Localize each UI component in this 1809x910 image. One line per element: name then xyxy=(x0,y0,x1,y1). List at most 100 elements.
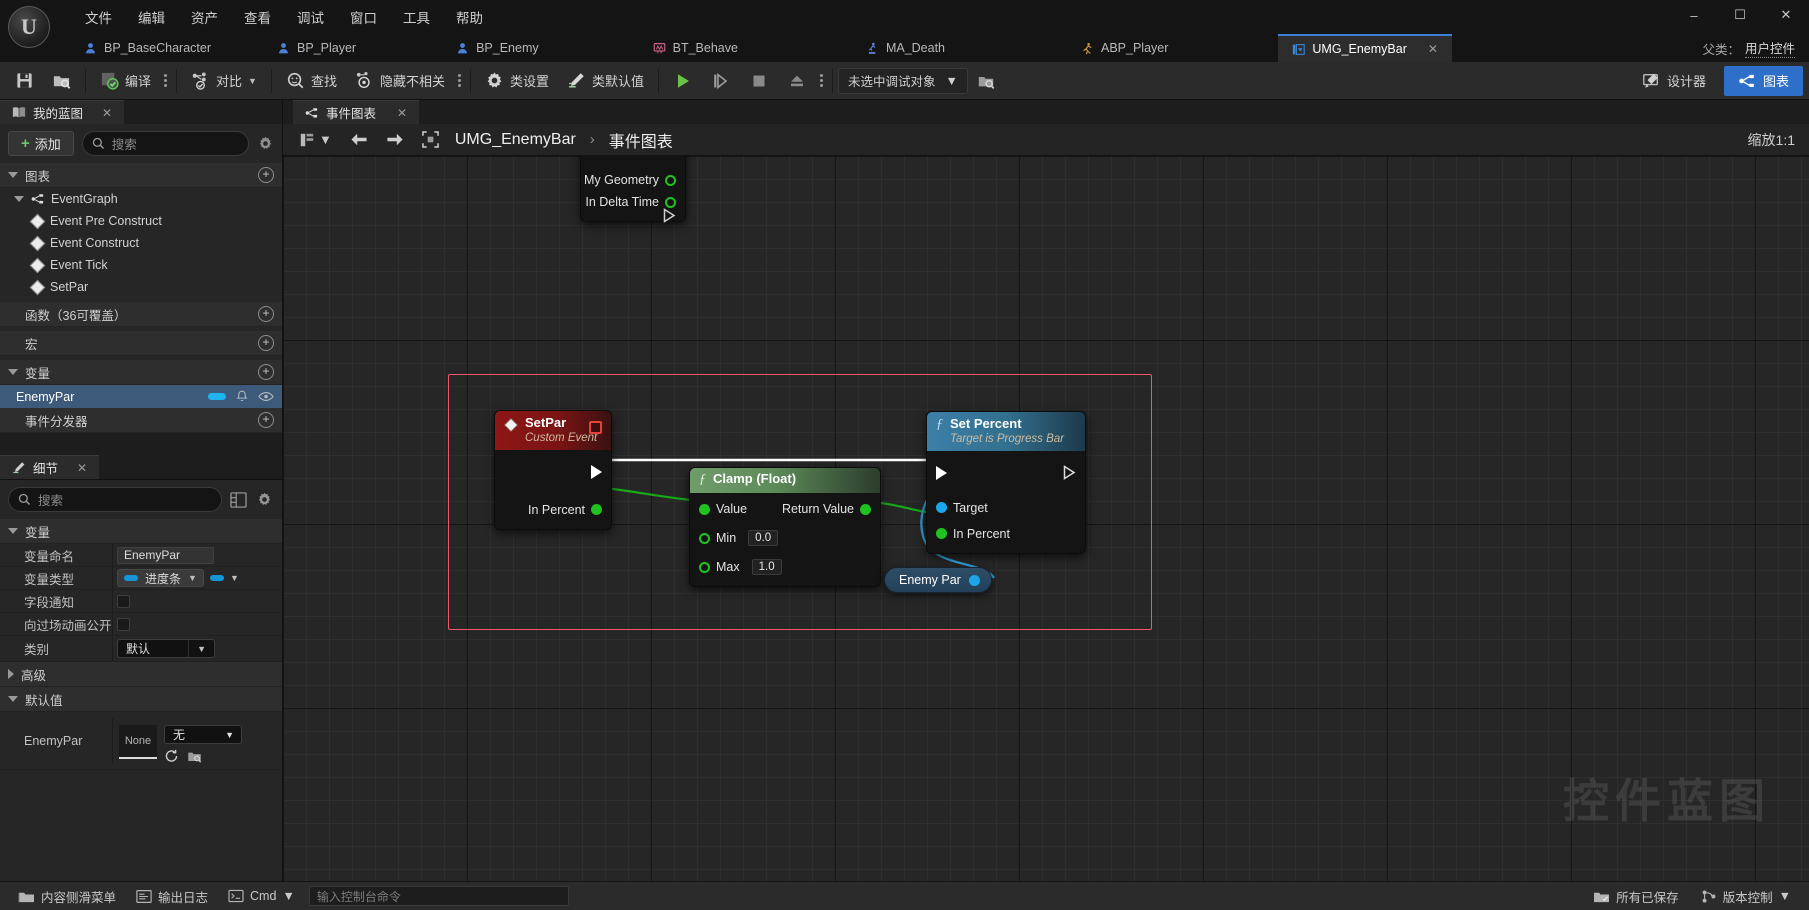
tree-item-variable-enemypar[interactable]: EnemyPar xyxy=(0,385,282,408)
close-icon[interactable]: ✕ xyxy=(397,106,407,120)
details-search-input[interactable]: 搜索 xyxy=(8,487,222,512)
output-log-button[interactable]: 输出日志 xyxy=(126,885,218,908)
graph-node-set-percent[interactable]: ƒ Set Percent Target is Progress Bar Tar… xyxy=(926,411,1086,554)
variable-name-field[interactable]: EnemyPar xyxy=(117,546,214,564)
tree-item-event-pre-construct[interactable]: Event Pre Construct xyxy=(0,210,282,232)
pin-dot-float[interactable] xyxy=(699,561,710,573)
minimize-button[interactable]: – xyxy=(1671,0,1717,30)
reset-icon[interactable] xyxy=(164,749,179,763)
section-functions[interactable]: 函数（36可覆盖） + xyxy=(0,302,282,327)
node-pin-output[interactable]: In Delta Time xyxy=(585,195,685,209)
clamp-max-field[interactable]: 1.0 xyxy=(751,559,782,575)
chevron-down-icon[interactable]: ▼ xyxy=(248,76,257,86)
exec-pin-icon[interactable] xyxy=(936,465,947,480)
play-button[interactable] xyxy=(664,66,702,96)
zoom-to-fit-button[interactable] xyxy=(416,128,445,151)
pin-dot-float[interactable] xyxy=(860,503,871,515)
pin-dot-float[interactable] xyxy=(699,503,710,515)
section-event-dispatchers[interactable]: 事件分发器 + xyxy=(0,408,282,433)
grid-view-icon[interactable] xyxy=(229,490,248,509)
default-asset-combo[interactable]: 无 ▼ xyxy=(164,725,242,744)
asset-tab-bp-player[interactable]: BP_Player xyxy=(263,34,378,62)
add-dispatcher-button[interactable]: + xyxy=(258,412,274,428)
node-pin-input[interactable]: Value xyxy=(690,502,747,516)
node-pin-row[interactable]: Min 0.0 xyxy=(690,527,880,549)
diff-button[interactable]: 对比 ▼ xyxy=(182,66,266,96)
tab-details[interactable]: 细节 ✕ xyxy=(0,455,100,479)
tab-my-blueprint[interactable]: 我的蓝图 ✕ xyxy=(0,100,125,124)
designer-mode-button[interactable]: 设计器 xyxy=(1628,66,1720,96)
exec-pin-icon[interactable] xyxy=(591,464,602,479)
node-pin-exec-in[interactable] xyxy=(927,465,947,480)
asset-thumbnail[interactable]: None xyxy=(119,725,157,759)
menu-item-window[interactable]: 窗口 xyxy=(337,4,390,30)
details-section-variable[interactable]: 变量 xyxy=(0,519,282,544)
graph-node-clamp-float[interactable]: ƒ Clamp (Float) Value Return Value Min 0… xyxy=(689,467,881,587)
asset-tab-abp-player[interactable]: ABP_Player xyxy=(1067,34,1190,62)
menu-item-view[interactable]: 查看 xyxy=(231,4,284,30)
add-variable-button[interactable]: + xyxy=(258,364,274,380)
tab-event-graph[interactable]: 事件图表 ✕ xyxy=(293,100,420,124)
details-section-advanced[interactable]: 高级 xyxy=(0,662,282,687)
source-control-button[interactable]: 版本控制 ▼ xyxy=(1691,885,1801,908)
node-pin-exec-out[interactable] xyxy=(1063,465,1085,481)
tree-item-setpar[interactable]: SetPar xyxy=(0,276,282,298)
node-pin-output[interactable]: Return Value xyxy=(782,502,880,516)
play-options-button[interactable] xyxy=(816,74,827,87)
container-type-pill[interactable] xyxy=(209,575,224,581)
debug-browse-button[interactable] xyxy=(968,66,1004,96)
asset-tab-bt-behave[interactable]: BT_Behave xyxy=(639,34,760,62)
cmd-selector[interactable]: Cmd ▼ xyxy=(218,885,305,908)
asset-tab-bp-enemy[interactable]: BP_Enemy xyxy=(442,34,561,62)
console-command-input[interactable]: 输入控制台命令 xyxy=(308,886,569,906)
hide-unrelated-button[interactable]: 隐藏不相关 xyxy=(346,66,454,96)
myblueprint-search-input[interactable]: 搜索 xyxy=(81,131,249,156)
all-saved-indicator[interactable]: 所有已保存 xyxy=(1583,885,1689,908)
pin-dot-float[interactable] xyxy=(936,528,947,540)
compile-options-button[interactable] xyxy=(160,74,171,87)
graph-node-get-enemy-par[interactable]: Enemy Par xyxy=(884,567,992,593)
node-pin-row[interactable]: My Geometry xyxy=(581,169,685,191)
hide-unrelated-options-button[interactable] xyxy=(454,74,465,87)
node-pin-row[interactable] xyxy=(495,461,611,483)
expose-cinematics-checkbox[interactable] xyxy=(117,617,130,631)
pin-dot-float[interactable] xyxy=(699,532,710,544)
add-button[interactable]: + 添加 xyxy=(8,131,74,156)
close-window-button[interactable]: ✕ xyxy=(1763,0,1809,30)
tree-item-eventgraph[interactable]: EventGraph xyxy=(0,188,282,210)
graph-mode-button[interactable]: 图表 xyxy=(1723,65,1803,96)
asset-tab-ma-death[interactable]: MA_Death xyxy=(852,34,967,62)
maximize-button[interactable]: ☐ xyxy=(1717,0,1763,30)
add-function-button[interactable]: + xyxy=(258,306,274,322)
node-pin-exec-out[interactable] xyxy=(591,464,611,479)
tree-item-event-construct[interactable]: Event Construct xyxy=(0,232,282,254)
pin-dot-float[interactable] xyxy=(591,504,602,516)
bell-icon[interactable] xyxy=(236,390,248,403)
breadcrumb-root[interactable]: UMG_EnemyBar xyxy=(451,131,580,149)
node-pin-output[interactable]: In Percent xyxy=(528,503,611,517)
debug-object-selector[interactable]: 未选中调试对象 ▼ xyxy=(838,67,968,94)
browse-button[interactable] xyxy=(43,66,80,96)
section-macros[interactable]: 宏 + xyxy=(0,331,282,356)
asset-tab-bp-basecharacter[interactable]: BP_BaseCharacter xyxy=(70,34,233,62)
node-pin-input[interactable]: Max 1.0 xyxy=(690,559,782,575)
node-pin-row[interactable]: Max 1.0 xyxy=(690,556,880,578)
pin-dot-object[interactable] xyxy=(936,502,947,514)
node-pin-row[interactable]: In Percent xyxy=(495,499,611,521)
node-pin-row[interactable] xyxy=(927,462,1085,484)
pin-dot-float[interactable] xyxy=(665,174,676,186)
node-pin-row[interactable]: Value Return Value xyxy=(690,498,880,520)
tree-item-event-tick[interactable]: Event Tick xyxy=(0,254,282,276)
compile-button[interactable]: 编译 xyxy=(91,66,160,96)
parent-class-link[interactable]: 用户控件 xyxy=(1744,38,1795,58)
variable-type-combo[interactable]: 进度条 ▼ xyxy=(117,569,204,587)
menu-item-tools[interactable]: 工具 xyxy=(390,4,443,30)
close-icon[interactable]: ✕ xyxy=(1428,42,1438,56)
category-combo[interactable]: 默认 ▼ xyxy=(117,639,215,658)
clamp-min-field[interactable]: 0.0 xyxy=(748,530,779,546)
save-button[interactable] xyxy=(6,66,43,96)
close-icon[interactable]: ✕ xyxy=(102,106,112,120)
content-drawer-button[interactable]: 内容侧滑菜单 xyxy=(8,885,126,908)
graph-node-setpar[interactable]: SetPar Custom Event In Percent xyxy=(494,410,612,530)
blueprint-canvas[interactable]: My Geometry In Delta Time SetPar Custom … xyxy=(283,156,1809,881)
